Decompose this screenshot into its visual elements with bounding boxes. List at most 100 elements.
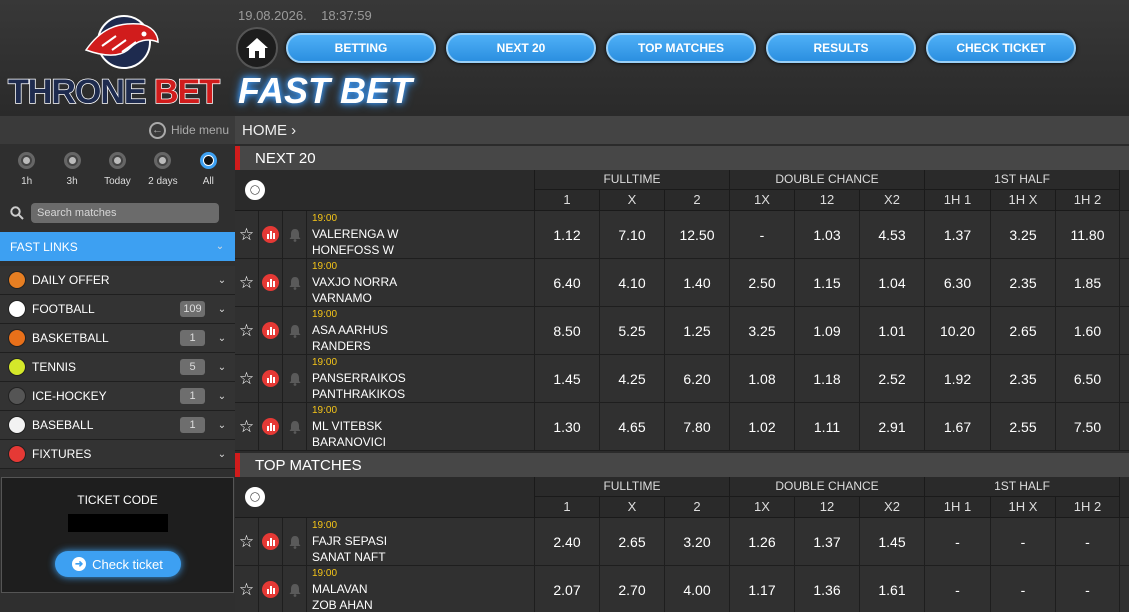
statistics-icon[interactable]: [259, 307, 283, 354]
bell-icon[interactable]: [283, 211, 307, 258]
nav-check-ticket-button[interactable]: CHECK TICKET: [926, 33, 1076, 63]
odd-cell[interactable]: 2.40: [535, 518, 600, 565]
odd-cell[interactable]: 3.25: [991, 211, 1056, 258]
sidebar-item-fixtures[interactable]: FIXTURES ⌄: [0, 440, 235, 469]
statistics-icon[interactable]: [259, 355, 283, 402]
sidebar-item-daily offer[interactable]: DAILY OFFER ⌄: [0, 266, 235, 295]
odd-cell[interactable]: 11.80: [1056, 211, 1120, 258]
odd-cell[interactable]: 2.55: [991, 403, 1056, 450]
odd-cell[interactable]: 1.67: [925, 403, 991, 450]
odd-cell[interactable]: 1.12: [535, 211, 600, 258]
home-button[interactable]: [236, 27, 278, 69]
odd-cell[interactable]: 1.08: [730, 355, 795, 402]
throne-bet-logo[interactable]: THRONE BET: [6, 8, 230, 111]
bell-icon[interactable]: [283, 518, 307, 565]
odd-cell[interactable]: 10.20: [925, 307, 991, 354]
odd-cell[interactable]: 4.10: [600, 259, 665, 306]
odd-cell[interactable]: 4.00: [665, 566, 730, 612]
odd-cell[interactable]: 2.35: [991, 355, 1056, 402]
odd-cell[interactable]: 1.03: [795, 211, 860, 258]
odd-cell[interactable]: 1.36: [795, 566, 860, 612]
odd-cell[interactable]: 1.02: [730, 403, 795, 450]
odd-cell[interactable]: 4.65: [600, 403, 665, 450]
odd-cell[interactable]: 6.50: [1056, 355, 1120, 402]
odd-cell[interactable]: 1.85: [1056, 259, 1120, 306]
odd-cell[interactable]: 2.07: [535, 566, 600, 612]
time-filter-1h[interactable]: 1h: [7, 152, 47, 187]
odd-cell[interactable]: 2.70: [600, 566, 665, 612]
bell-icon[interactable]: [283, 259, 307, 306]
bell-icon[interactable]: [283, 307, 307, 354]
match-info[interactable]: 19:00 ASA AARHUS RANDERS: [307, 307, 535, 354]
bell-icon[interactable]: [283, 403, 307, 450]
time-filter-today[interactable]: Today: [97, 152, 137, 187]
nav-betting-button[interactable]: BETTING: [286, 33, 436, 63]
odd-cell[interactable]: 1.18: [795, 355, 860, 402]
match-info[interactable]: 19:00 ML VITEBSK BARANOVICI: [307, 403, 535, 450]
odd-cell[interactable]: 4.53: [860, 211, 925, 258]
check-ticket-button[interactable]: ➜ Check ticket: [54, 551, 181, 577]
odd-cell[interactable]: 5.25: [600, 307, 665, 354]
sidebar-item-basketball[interactable]: BASKETBALL 1 ⌄: [0, 324, 235, 353]
favorite-star-icon[interactable]: ☆: [235, 355, 259, 402]
search-input[interactable]: [31, 203, 219, 223]
odd-cell[interactable]: 2.52: [860, 355, 925, 402]
match-info[interactable]: 19:00 MALAVAN ZOB AHAN: [307, 566, 535, 612]
odd-cell[interactable]: 2.35: [991, 259, 1056, 306]
favorite-star-icon[interactable]: ☆: [235, 259, 259, 306]
odd-cell[interactable]: 1.04: [860, 259, 925, 306]
odd-cell[interactable]: 1.92: [925, 355, 991, 402]
statistics-icon[interactable]: [259, 259, 283, 306]
odd-cell[interactable]: 1.61: [860, 566, 925, 612]
odd-cell[interactable]: 1.11: [795, 403, 860, 450]
odd-cell[interactable]: 7.50: [1056, 403, 1120, 450]
odd-cell[interactable]: 2.91: [860, 403, 925, 450]
nav-results-button[interactable]: RESULTS: [766, 33, 916, 63]
odd-cell[interactable]: 12.50: [665, 211, 730, 258]
statistics-icon[interactable]: [259, 518, 283, 565]
match-info[interactable]: 19:00 FAJR SEPASI SANAT NAFT: [307, 518, 535, 565]
odd-cell[interactable]: 7.80: [665, 403, 730, 450]
statistics-icon[interactable]: [259, 566, 283, 612]
bell-icon[interactable]: [283, 566, 307, 612]
odd-cell[interactable]: 1.45: [535, 355, 600, 402]
sidebar-item-tennis[interactable]: TENNIS 5 ⌄: [0, 353, 235, 382]
odd-cell[interactable]: 1.37: [925, 211, 991, 258]
favorite-star-icon[interactable]: ☆: [235, 566, 259, 612]
sidebar-item-baseball[interactable]: BASEBALL 1 ⌄: [0, 411, 235, 440]
odd-cell[interactable]: 3.25: [730, 307, 795, 354]
nav-next20-button[interactable]: NEXT 20: [446, 33, 596, 63]
odd-cell[interactable]: 1.37: [795, 518, 860, 565]
odd-cell[interactable]: 1.30: [535, 403, 600, 450]
favorite-star-icon[interactable]: ☆: [235, 518, 259, 565]
odd-cell[interactable]: 4.25: [600, 355, 665, 402]
match-info[interactable]: 19:00 VALERENGA W HONEFOSS W: [307, 211, 535, 258]
statistics-icon[interactable]: [259, 211, 283, 258]
odd-cell[interactable]: 1.09: [795, 307, 860, 354]
odd-cell[interactable]: 6.20: [665, 355, 730, 402]
ticket-code-input[interactable]: [67, 514, 168, 532]
odd-cell[interactable]: 6.30: [925, 259, 991, 306]
odd-cell[interactable]: 1.25: [665, 307, 730, 354]
odd-cell[interactable]: 2.50: [730, 259, 795, 306]
sidebar-item-ice-hockey[interactable]: ICE-HOCKEY 1 ⌄: [0, 382, 235, 411]
odd-cell[interactable]: 3.20: [665, 518, 730, 565]
sidebar-item-football[interactable]: FOOTBALL 109 ⌄: [0, 295, 235, 324]
match-info[interactable]: 19:00 VAXJO NORRA VARNAMO: [307, 259, 535, 306]
odd-cell[interactable]: 1.45: [860, 518, 925, 565]
odd-cell[interactable]: 8.50: [535, 307, 600, 354]
odd-cell[interactable]: 1.17: [730, 566, 795, 612]
odd-cell[interactable]: 1.40: [665, 259, 730, 306]
favorite-star-icon[interactable]: ☆: [235, 307, 259, 354]
odd-cell[interactable]: 1.26: [730, 518, 795, 565]
time-filter-2-days[interactable]: 2 days: [143, 152, 183, 187]
odd-cell[interactable]: 1.01: [860, 307, 925, 354]
match-info[interactable]: 19:00 PANSERRAIKOS PANTHRAKIKOS: [307, 355, 535, 402]
odd-cell[interactable]: 7.10: [600, 211, 665, 258]
statistics-icon[interactable]: [259, 403, 283, 450]
hide-menu-button[interactable]: ← Hide menu: [0, 116, 235, 144]
time-filter-3h[interactable]: 3h: [52, 152, 92, 187]
odd-cell[interactable]: 2.65: [991, 307, 1056, 354]
time-filter-all[interactable]: All: [188, 152, 228, 187]
odd-cell[interactable]: 6.40: [535, 259, 600, 306]
